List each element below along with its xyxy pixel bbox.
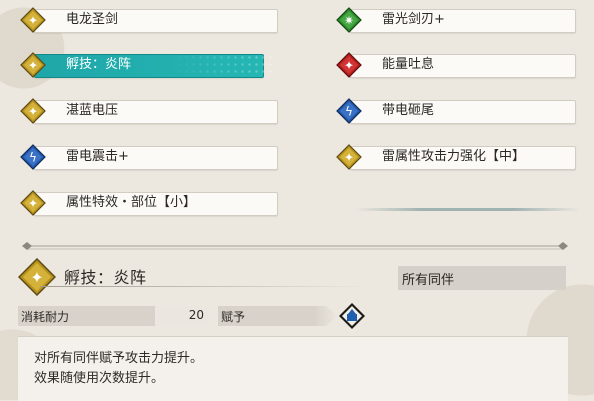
section-divider — [18, 238, 572, 252]
stamina-cost-label: 消耗耐力 — [21, 310, 70, 324]
skill-item-energy-breath[interactable]: ✦ 能量吐息 — [334, 51, 576, 79]
skill-label: 属性特效・部位【小】 — [66, 195, 197, 210]
description-line: 对所有同伴赋予攻击力提升。 — [34, 351, 204, 366]
skill-emblem-icon: ✦ — [336, 52, 362, 78]
skill-label: 能量吐息 — [382, 57, 435, 72]
detail-skill-emblem-icon: ✦ — [17, 257, 57, 297]
skill-item-thunder-shock[interactable]: ϟ 雷电震击+ — [18, 143, 278, 171]
grant-label: 赋予 — [221, 310, 246, 324]
description-box: 对所有同伴赋予攻击力提升。 效果随使用次数提升。 — [18, 336, 568, 401]
skill-emblem-icon: ✦ — [20, 98, 46, 124]
svg-text:✦: ✦ — [344, 151, 354, 165]
svg-text:✷: ✷ — [344, 14, 354, 28]
stamina-cost-row: 消耗耐力 20 — [18, 306, 208, 326]
skill-label: 雷光剑刃+ — [382, 12, 445, 27]
title-underline — [40, 286, 370, 287]
skill-item-electro-dragon-sword[interactable]: ✦ 电龙圣剑 — [18, 6, 278, 34]
skill-item-element-part-small[interactable]: ✦ 属性特效・部位【小】 — [18, 189, 278, 217]
skill-label: 湛蓝电压 — [66, 103, 119, 118]
skill-emblem-icon: ✦ — [336, 144, 362, 170]
skill-emblem-icon: ✦ — [20, 52, 46, 78]
lightning-icon: ϟ — [336, 98, 362, 124]
svg-text:✦: ✦ — [28, 197, 38, 211]
target-label: 所有同伴 — [402, 273, 455, 288]
target-badge: 所有同伴 — [398, 266, 566, 290]
description-line: 效果随使用次数提升。 — [34, 371, 165, 386]
skill-item-thunder-attack-mid[interactable]: ✦ 雷属性攻击力强化【中】 — [334, 143, 576, 171]
skill-emblem-icon: ✦ — [20, 190, 46, 216]
svg-text:✦: ✦ — [344, 59, 354, 73]
detail-title: 孵技：炎阵 — [64, 268, 147, 287]
svg-text:ϟ: ϟ — [29, 151, 37, 165]
skill-label: 孵技：炎阵 — [66, 55, 131, 75]
svg-text:✦: ✦ — [30, 268, 43, 287]
skill-item-charged-tail-slam[interactable]: ϟ 带电砸尾 — [334, 97, 576, 125]
svg-text:ϟ: ϟ — [345, 105, 353, 119]
svg-text:✦: ✦ — [28, 105, 38, 119]
grant-row: 赋予 — [218, 306, 338, 326]
skill-label: 雷电震击+ — [66, 149, 129, 164]
skill-label: 带电砸尾 — [382, 103, 435, 118]
skill-label: 电龙圣剑 — [66, 12, 119, 27]
skill-label: 雷属性攻击力强化【中】 — [382, 149, 526, 164]
sparkle-icon: ✷ — [336, 7, 362, 33]
skill-item-azure-voltage[interactable]: ✦ 湛蓝电压 — [18, 97, 278, 125]
skill-item-thunder-blade[interactable]: ✷ 雷光剑刃+ — [334, 6, 576, 34]
decorative-line — [355, 208, 580, 211]
lightning-icon: ϟ — [20, 144, 46, 170]
stamina-cost-value: 20 — [188, 308, 204, 322]
attack-up-buff-icon — [338, 302, 366, 330]
svg-text:✦: ✦ — [28, 14, 38, 28]
skill-emblem-icon: ✦ — [20, 7, 46, 33]
skill-item-hatch-flame-array[interactable]: ✦ 孵技：炎阵 — [18, 51, 264, 79]
svg-text:✦: ✦ — [28, 59, 38, 73]
